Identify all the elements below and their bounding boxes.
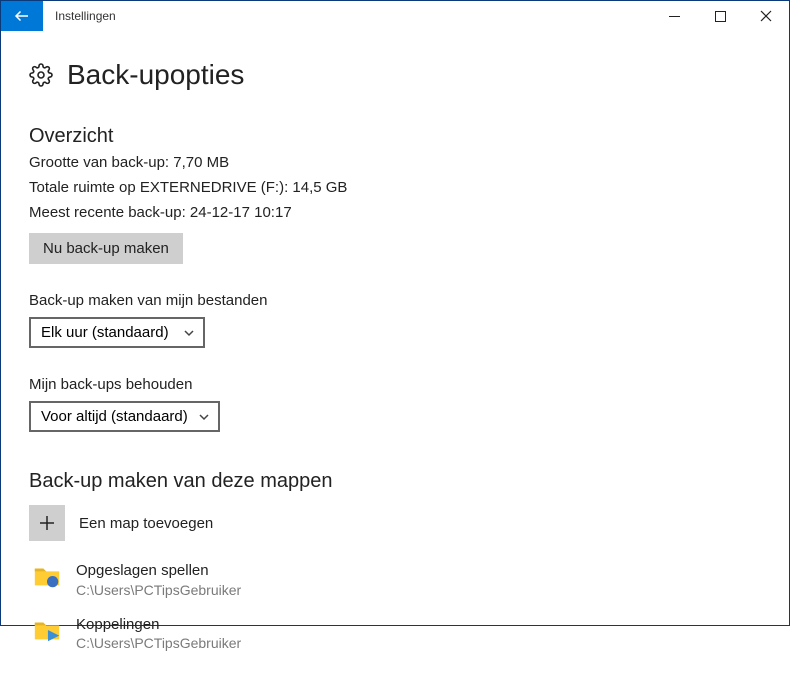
folder-icon xyxy=(32,615,62,645)
backup-size-line: Grootte van back-up: 7,70 MB xyxy=(29,154,761,171)
app-title: Instellingen xyxy=(43,9,116,23)
back-button[interactable] xyxy=(1,1,43,31)
maximize-button[interactable] xyxy=(697,1,743,31)
minimize-button[interactable] xyxy=(651,1,697,31)
folder-path: C:\Users\PCTipsGebruiker xyxy=(76,581,241,599)
close-button[interactable] xyxy=(743,1,789,31)
add-folder-label: Een map toevoegen xyxy=(79,515,213,532)
retention-label: Mijn back-ups behouden xyxy=(29,376,761,393)
folder-item[interactable]: Opgeslagen spellen C:\Users\PCTipsGebrui… xyxy=(32,561,761,599)
folder-icon xyxy=(32,561,62,591)
frequency-label: Back-up maken van mijn bestanden xyxy=(29,292,761,309)
folders-heading: Back-up maken van deze mappen xyxy=(29,470,761,493)
back-arrow-icon xyxy=(13,7,31,25)
close-icon xyxy=(760,10,772,22)
folder-item[interactable]: Koppelingen C:\Users\PCTipsGebruiker xyxy=(32,615,761,653)
last-backup-line: Meest recente back-up: 24-12-17 10:17 xyxy=(29,204,761,221)
window-controls xyxy=(651,1,789,31)
retention-select[interactable]: Voor altijd (standaard) xyxy=(29,401,220,432)
maximize-icon xyxy=(715,11,726,22)
page-title: Back-upopties xyxy=(67,59,244,91)
add-folder-row[interactable]: Een map toevoegen xyxy=(29,505,761,541)
drive-space-line: Totale ruimte op EXTERNEDRIVE (F:): 14,5… xyxy=(29,179,761,196)
minimize-icon xyxy=(669,11,680,22)
folder-text: Koppelingen C:\Users\PCTipsGebruiker xyxy=(76,615,241,653)
plus-icon xyxy=(38,514,56,532)
gear-icon xyxy=(29,63,53,87)
folder-path: C:\Users\PCTipsGebruiker xyxy=(76,634,241,652)
folder-name: Koppelingen xyxy=(76,615,241,635)
frequency-value: Elk uur (standaard) xyxy=(41,324,169,341)
overview-heading: Overzicht xyxy=(29,125,761,148)
folder-text: Opgeslagen spellen C:\Users\PCTipsGebrui… xyxy=(76,561,241,599)
chevron-down-icon xyxy=(183,327,195,339)
backup-now-button[interactable]: Nu back-up maken xyxy=(29,233,183,264)
folder-name: Opgeslagen spellen xyxy=(76,561,241,581)
chevron-down-icon xyxy=(198,411,210,423)
titlebar: Instellingen xyxy=(1,1,789,31)
page-header: Back-upopties xyxy=(29,59,761,91)
add-folder-button[interactable] xyxy=(29,505,65,541)
frequency-select[interactable]: Elk uur (standaard) xyxy=(29,317,205,348)
retention-value: Voor altijd (standaard) xyxy=(41,408,188,425)
page-content: Back-upopties Overzicht Grootte van back… xyxy=(1,31,789,686)
